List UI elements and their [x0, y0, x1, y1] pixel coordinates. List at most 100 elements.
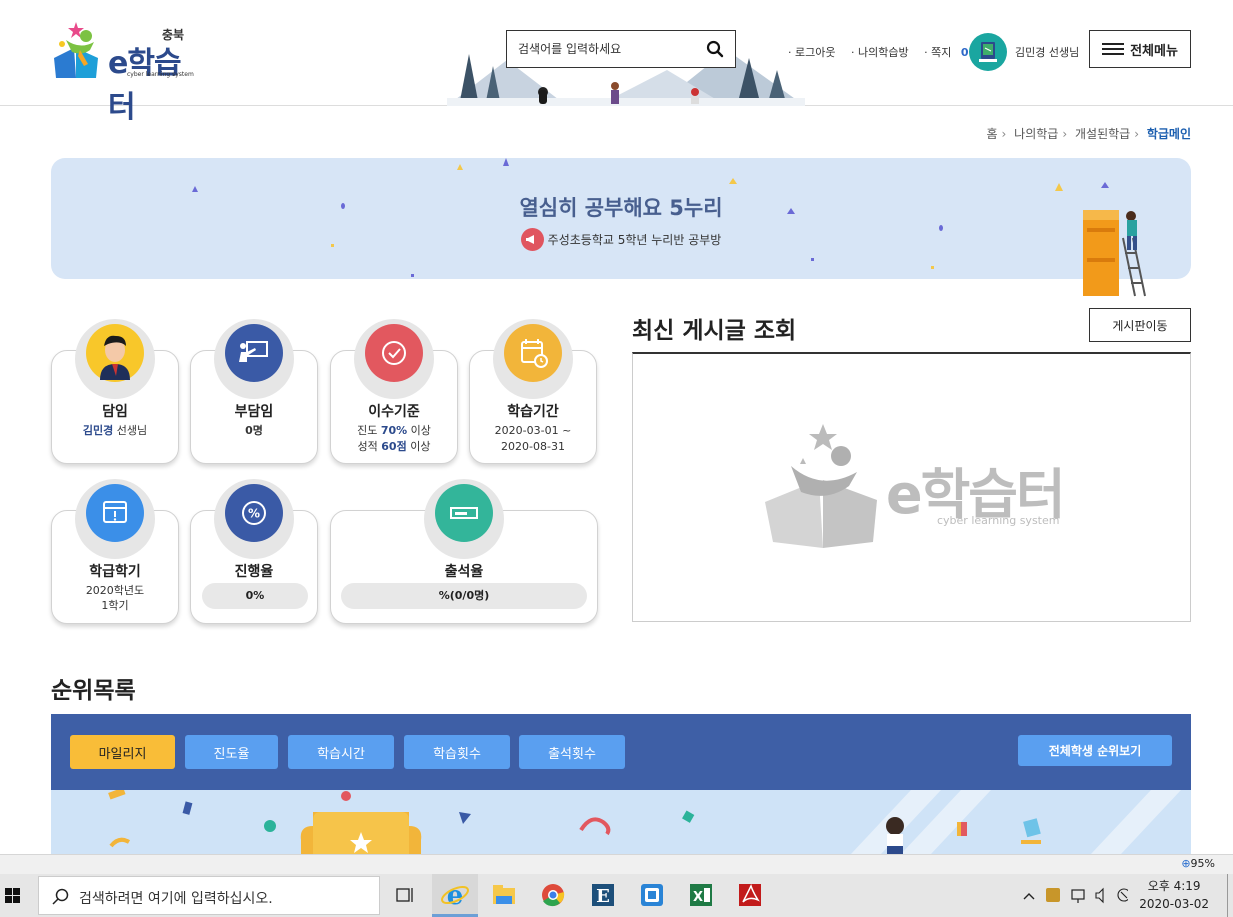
criteria-progress-suffix: 이상	[407, 424, 431, 437]
chevron-right-icon: ›	[1134, 127, 1139, 141]
message-label: 쪽지	[931, 46, 952, 59]
megaphone-icon	[520, 228, 544, 251]
hamburger-icon	[1102, 43, 1125, 55]
attendance-card: 출석율 %(0/0명)	[330, 479, 598, 624]
logo-watermark-icon	[765, 424, 877, 548]
progress-rate-title: 진행율	[234, 564, 274, 580]
calendar-alert-icon	[86, 484, 144, 542]
hancom-icon	[641, 884, 663, 906]
taskbar-app-ie[interactable]: e	[432, 874, 478, 917]
taskbar-app-hwp[interactable]	[629, 874, 675, 917]
progress-rate-bar: 0%	[202, 583, 308, 609]
semester-title: 학급학기	[89, 564, 141, 580]
taskbar-app-explorer[interactable]	[481, 874, 527, 917]
system-clock[interactable]: 오후 4:19 2020-03-02	[1139, 877, 1209, 913]
user-name: 김민경 선생님	[1015, 46, 1080, 59]
semester-card: 학급학기 2020학년도 1학기	[51, 479, 179, 624]
svg-text:%: %	[248, 507, 260, 521]
criteria-score: 성적 60점 이상	[331, 439, 457, 454]
zoom-value: 95%	[1190, 857, 1215, 870]
task-view-icon	[396, 888, 413, 902]
folder-icon	[493, 885, 515, 904]
task-view-button[interactable]	[382, 874, 428, 917]
teacher-avatar-icon	[86, 324, 144, 382]
all-ranking-button[interactable]: 전체학생 순위보기	[1018, 735, 1172, 766]
internet-explorer-icon: e	[441, 881, 469, 911]
chrome-icon	[542, 884, 565, 907]
watermark-tagline: cyber learning system	[937, 514, 1060, 527]
tab-study-count[interactable]: 학습횟수	[404, 735, 510, 769]
logo-brand: e학습터	[108, 46, 182, 125]
zoom-level[interactable]: ⊕95%	[1181, 857, 1215, 870]
homeroom-suffix: 선생님	[113, 424, 148, 437]
banner-subtitle: 주성초등학교 5학년 누리반 공부방	[547, 233, 722, 247]
search-icon[interactable]	[706, 40, 724, 58]
avatar[interactable]	[969, 33, 1007, 71]
progress-rate-card: % 진행율 0%	[190, 479, 318, 624]
criteria-progress: 진도 70% 이상	[331, 423, 457, 438]
board-move-button[interactable]: 게시판이동	[1089, 308, 1191, 342]
homeroom-card: 담임 김민경 선생님	[51, 319, 179, 464]
all-menu-label: 전체메뉴	[1130, 43, 1178, 59]
svg-text:X: X	[693, 890, 703, 905]
breadcrumb: 홈 › 나의학급 › 개설된학급 › 학급메인	[986, 125, 1191, 142]
banner-subtitle-row: 주성초등학교 5학년 누리반 공부방	[51, 228, 1191, 252]
ranking-panel: 마일리지 진도율 학습시간 학습횟수 출석횟수 전체학생 순위보기	[51, 714, 1191, 854]
ranking-title: 순위목록	[51, 678, 136, 704]
logout-link[interactable]: · 로그아웃	[788, 46, 841, 59]
breadcrumb-home[interactable]: 홈	[986, 127, 997, 141]
site-header: 충북 e학습터 cyber learning system 검색어를 입력하세요…	[0, 0, 1233, 125]
tab-progress[interactable]: 진도율	[185, 735, 278, 769]
my-room-label: 나의학습방	[857, 46, 909, 59]
homeroom-title: 담임	[102, 404, 128, 420]
taskbar-app-chrome[interactable]	[530, 874, 576, 917]
windows-logo-icon	[5, 888, 20, 903]
homeroom-value: 김민경 선생님	[52, 423, 178, 438]
message-count: 0	[960, 46, 969, 59]
site-logo[interactable]: 충북 e학습터 cyber learning system	[50, 20, 195, 125]
chevron-right-icon: ›	[1062, 127, 1068, 141]
board-title: 최신 게시글 조회	[632, 318, 797, 344]
taskbar-app-acrobat[interactable]	[727, 874, 773, 917]
percent-icon: %	[225, 484, 283, 542]
system-tray-icons[interactable]	[1018, 874, 1128, 917]
banner-title: 열심히 공부해요 5누리	[519, 196, 723, 220]
trophy-illustration	[108, 790, 1181, 854]
calendar-clock-icon	[504, 324, 562, 382]
search-icon	[52, 888, 69, 905]
taskbar-app-excel[interactable]: X	[678, 874, 724, 917]
e-app-icon: E	[592, 884, 614, 907]
sub-teacher-value: 0명	[245, 424, 263, 437]
period-start: 2020-03-01 ~	[494, 424, 572, 437]
check-circle-icon	[365, 324, 423, 382]
search-input[interactable]	[507, 31, 697, 67]
clock-date: 2020-03-02	[1139, 897, 1209, 911]
semester-year: 2020학년도	[85, 584, 145, 597]
breadcrumb-opened-class[interactable]: 개설된학급	[1075, 127, 1130, 141]
sub-teacher-title: 부담임	[234, 404, 274, 420]
chalkboard-icon	[979, 42, 997, 62]
tab-attendance-count[interactable]: 출석횟수	[519, 735, 625, 769]
criteria-score-value: 60점	[381, 440, 407, 453]
show-desktop-button[interactable]	[1227, 874, 1233, 917]
taskbar-search[interactable]: 검색하려면 여기에 입력하십시오.	[38, 876, 380, 915]
top-links: · 로그아웃 · 나의학습방 · 쪽지 0 ·	[788, 44, 988, 60]
tab-study-time[interactable]: 학습시간	[288, 735, 394, 769]
ranking-stage	[51, 790, 1191, 854]
criteria-score-suffix: 이상	[406, 440, 431, 453]
logo-mark-icon	[54, 22, 98, 78]
taskbar-search-placeholder: 검색하려면 여기에 입력하십시오.	[79, 891, 273, 907]
chevron-right-icon: ›	[1001, 127, 1007, 141]
attendance-bar: %(0/0명)	[341, 583, 587, 609]
criteria-score-prefix: 성적	[357, 440, 382, 453]
criteria-card: 이수기준 진도 70% 이상 성적 60점 이상	[330, 319, 458, 464]
start-button[interactable]	[0, 874, 34, 917]
taskbar-app-e[interactable]: E	[580, 874, 626, 917]
period-title: 학습기간	[507, 404, 559, 420]
all-menu-button[interactable]: 전체메뉴	[1089, 30, 1191, 68]
my-room-link[interactable]: · 나의학습방	[851, 46, 915, 59]
attendance-title: 출석율	[444, 564, 484, 580]
breadcrumb-my-class[interactable]: 나의학급	[1014, 127, 1058, 141]
tab-mileage[interactable]: 마일리지	[70, 735, 175, 769]
watermark-logo: e학습터 cyber learning system	[761, 422, 1071, 556]
